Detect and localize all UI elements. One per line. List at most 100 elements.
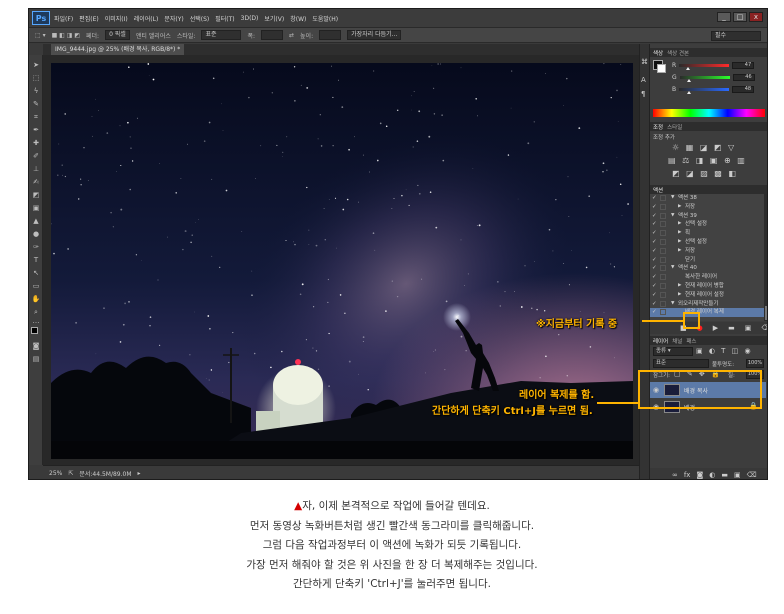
action-toggle-icon[interactable]: ✓	[652, 264, 658, 272]
character-icon[interactable]: A	[641, 76, 646, 84]
adjustment-icons-row-2[interactable]: ▤ ⚖ ◨ ▣ ⊕ ▥	[668, 156, 747, 165]
pen-tool-icon[interactable]: ✑	[31, 243, 41, 252]
action-row[interactable]: ✓ ▶ 선택 설정	[650, 220, 764, 228]
zoom-readout[interactable]: 25%	[49, 470, 62, 477]
dialog-toggle[interactable]	[660, 274, 666, 281]
stamp-tool-icon[interactable]: ⊥	[31, 165, 41, 174]
new-action-icon[interactable]: ▣	[745, 324, 752, 332]
menu-edit[interactable]: 편집(E)	[79, 14, 99, 23]
link-layers-icon[interactable]: ∞	[672, 471, 678, 479]
eyedropper-tool-icon[interactable]: ✒	[31, 126, 41, 135]
dialog-toggle[interactable]	[660, 203, 666, 210]
menu-view[interactable]: 보기(V)	[264, 14, 284, 23]
trash-icon[interactable]: ⌫	[747, 471, 757, 479]
antialias-checkbox[interactable]: 앤티 앨리어스	[136, 31, 171, 40]
dialog-toggle[interactable]	[660, 195, 666, 201]
channel-value[interactable]: 47	[732, 61, 755, 69]
gradient-tool-icon[interactable]: ▣	[31, 204, 41, 213]
expand-caret-icon[interactable]: ▶	[678, 282, 681, 290]
type-tool-icon[interactable]: T	[31, 256, 41, 265]
expand-caret-icon[interactable]: ▼	[671, 300, 674, 308]
screen-mode-icon[interactable]: ▤	[31, 355, 41, 364]
layer-filter-icons[interactable]: ▣ ◐ T ◫ ◉	[696, 347, 753, 355]
new-set-icon[interactable]: ▬	[728, 324, 735, 332]
expand-caret-icon[interactable]: ▼	[671, 264, 674, 272]
eraser-tool-icon[interactable]: ◩	[31, 191, 41, 200]
slider-knob[interactable]	[686, 90, 691, 94]
channel-value[interactable]: 48	[732, 85, 755, 93]
lasso-tool-icon[interactable]: ϟ	[31, 87, 41, 96]
slider-track[interactable]	[679, 75, 730, 82]
opacity-input[interactable]: 100%	[746, 359, 764, 368]
close-button[interactable]: x	[749, 12, 763, 22]
action-row[interactable]: ✓ ▶ 현재 레이어 설정	[650, 291, 764, 299]
menu-filter[interactable]: 필터(T)	[215, 14, 234, 23]
quick-mask-icon[interactable]: ◙	[31, 342, 41, 351]
status-menu-arrow-icon[interactable]: ▸	[138, 470, 141, 477]
tab-swatches[interactable]: 색상 견본	[667, 49, 689, 57]
action-toggle-icon[interactable]: ✓	[652, 220, 658, 228]
action-row[interactable]: ✓ ▼ 액션 38	[650, 194, 764, 202]
action-toggle-icon[interactable]: ✓	[652, 291, 658, 299]
expand-caret-icon[interactable]: ▼	[671, 212, 674, 220]
share-icon[interactable]: ⇱	[68, 470, 73, 477]
dialog-toggle[interactable]	[660, 265, 666, 272]
tab-color[interactable]: 색상	[653, 49, 663, 57]
action-row[interactable]: ✓ ▶ 획	[650, 229, 764, 237]
dialog-toggle[interactable]	[660, 283, 666, 289]
selection-mode-icons[interactable]: ■ ◧ ◨ ◩	[52, 32, 80, 39]
hand-tool-icon[interactable]: ✋	[31, 295, 41, 304]
path-select-tool-icon[interactable]: ↖	[31, 269, 41, 278]
slider-knob[interactable]	[686, 78, 691, 82]
dialog-toggle[interactable]	[660, 247, 666, 254]
swap-icon[interactable]: ⇄	[289, 32, 294, 39]
action-row[interactable]: ✓ ▼ 액션 39	[650, 212, 764, 220]
height-input[interactable]	[319, 30, 342, 40]
action-toggle-icon[interactable]: ✓	[652, 282, 658, 290]
action-row[interactable]: ✓ ▶ 저장	[650, 203, 764, 211]
actions-scrollbar[interactable]	[764, 194, 767, 321]
adjustment-layer-icon[interactable]: ◐	[709, 471, 715, 479]
menu-window[interactable]: 창(W)	[290, 14, 306, 23]
expand-caret-icon[interactable]: ▶	[678, 247, 681, 255]
width-input[interactable]	[261, 30, 283, 40]
more-tools-icon[interactable]: …	[31, 317, 41, 326]
action-row[interactable]: ✓ ▼ 외오리제작만들기	[650, 300, 764, 308]
menu-file[interactable]: 파일(F)	[54, 14, 73, 23]
color-slider-b[interactable]: B 48	[672, 85, 767, 94]
play-icon[interactable]: ▶	[713, 324, 718, 332]
blend-mode-select[interactable]: 표준	[653, 359, 709, 368]
color-slider-r[interactable]: R 47	[672, 61, 767, 70]
menu-type[interactable]: 문자(Y)	[164, 14, 183, 23]
action-row[interactable]: ✓ 복사한 레이어	[650, 273, 764, 281]
action-row[interactable]: ✓ ▶ 선택 설정	[650, 238, 764, 246]
menu-help[interactable]: 도움말(H)	[312, 14, 338, 23]
action-toggle-icon[interactable]: ✓	[652, 212, 658, 220]
layer-kind-filter[interactable]: 종류 ▾	[653, 347, 693, 356]
tab-styles[interactable]: 스타일	[667, 123, 682, 131]
expand-caret-icon[interactable]: ▶	[678, 220, 681, 228]
action-row[interactable]: ✓ 배경 레이어 복제	[650, 308, 764, 317]
new-layer-icon[interactable]: ▣	[734, 471, 741, 479]
style-select[interactable]: 표준	[201, 30, 242, 40]
action-row[interactable]: ✓ ▶ 저장	[650, 247, 764, 255]
quick-select-tool-icon[interactable]: ✎	[31, 100, 41, 109]
adjustment-icons-row-3[interactable]: ◩ ◪ ▨ ▩ ◧	[672, 169, 738, 178]
action-toggle-icon[interactable]: ✓	[652, 308, 658, 316]
action-toggle-icon[interactable]: ✓	[652, 300, 658, 308]
menu-3d[interactable]: 3D(D)	[241, 15, 259, 22]
action-row[interactable]: ✓ ▼ 액션 40	[650, 264, 764, 272]
feather-input[interactable]: 0 픽셀	[105, 30, 130, 40]
action-toggle-icon[interactable]: ✓	[652, 273, 658, 281]
dialog-toggle[interactable]	[660, 300, 666, 307]
action-toggle-icon[interactable]: ✓	[652, 194, 658, 202]
shape-tool-icon[interactable]: ▭	[31, 282, 41, 291]
color-slider-g[interactable]: G 46	[672, 73, 767, 82]
marquee-tool-icon[interactable]: ⬚	[31, 74, 41, 83]
slider-track[interactable]	[679, 87, 730, 94]
tab-adjustments[interactable]: 조정	[653, 123, 663, 131]
foreground-color-swatch[interactable]	[31, 327, 38, 334]
dialog-toggle[interactable]	[660, 239, 666, 245]
layer-style-icon[interactable]: fx	[684, 471, 691, 479]
expand-caret-icon[interactable]: ▶	[678, 229, 681, 237]
